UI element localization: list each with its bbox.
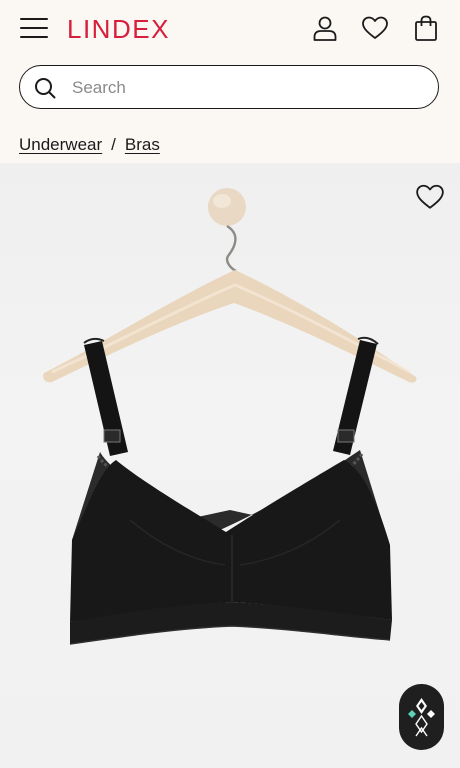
- breadcrumb-link-underwear[interactable]: Underwear: [19, 135, 102, 154]
- product-image[interactable]: [0, 163, 460, 768]
- breadcrumb-separator: /: [111, 135, 116, 154]
- chat-assistant-icon: [408, 698, 435, 737]
- heart-outline-icon[interactable]: [415, 183, 445, 211]
- search-input[interactable]: [70, 74, 424, 102]
- shopping-bag-icon[interactable]: [412, 14, 440, 42]
- user-icon[interactable]: [311, 14, 339, 42]
- search-icon: [35, 78, 56, 99]
- brand-logo[interactable]: LINDEX: [67, 14, 170, 44]
- breadcrumb: Underwear / Bras: [19, 134, 160, 156]
- product-photo: [43, 188, 417, 645]
- heart-icon[interactable]: [361, 14, 389, 42]
- chat-assistant-button[interactable]: [399, 684, 444, 750]
- hamburger-menu-icon[interactable]: [20, 16, 48, 40]
- search-bar[interactable]: [19, 65, 439, 109]
- top-header: LINDEX: [0, 0, 460, 60]
- breadcrumb-link-bras[interactable]: Bras: [125, 135, 160, 154]
